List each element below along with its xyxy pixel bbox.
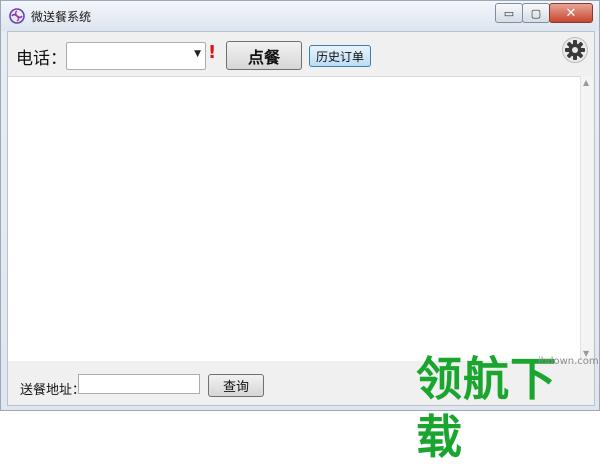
- app-logo-icon: [9, 8, 25, 24]
- phone-combobox[interactable]: ▼: [66, 42, 206, 70]
- minimize-button[interactable]: ▭: [495, 3, 523, 23]
- chevron-down-icon[interactable]: ▼: [194, 49, 201, 59]
- order-content-area[interactable]: [8, 76, 580, 361]
- maximize-button[interactable]: ▢: [522, 3, 550, 23]
- window-controls: ▭ ▢ ✕: [495, 3, 593, 23]
- query-button[interactable]: 查询: [208, 374, 264, 397]
- close-icon: ✕: [565, 5, 577, 21]
- title-bar[interactable]: 微送餐系统 ▭ ▢ ✕: [1, 1, 599, 31]
- address-label: 送餐地址：: [20, 383, 86, 398]
- close-button[interactable]: ✕: [549, 3, 593, 23]
- required-mark: !: [208, 42, 217, 63]
- history-orders-button[interactable]: 历史订单: [309, 45, 371, 67]
- minimize-icon: ▭: [503, 6, 515, 20]
- vertical-scrollbar[interactable]: ▲ ▼: [580, 76, 593, 360]
- address-input[interactable]: [78, 374, 200, 394]
- watermark-url: ihdown.com: [538, 356, 599, 367]
- gear-icon[interactable]: [562, 37, 588, 63]
- order-button[interactable]: 点餐: [226, 41, 302, 70]
- scroll-up-icon[interactable]: ▲: [583, 78, 589, 87]
- phone-label: 电话：: [16, 49, 67, 69]
- watermark-logo: 领航下载: [416, 352, 557, 464]
- window-title: 微送餐系统: [31, 10, 92, 24]
- maximize-icon: ▢: [530, 6, 542, 20]
